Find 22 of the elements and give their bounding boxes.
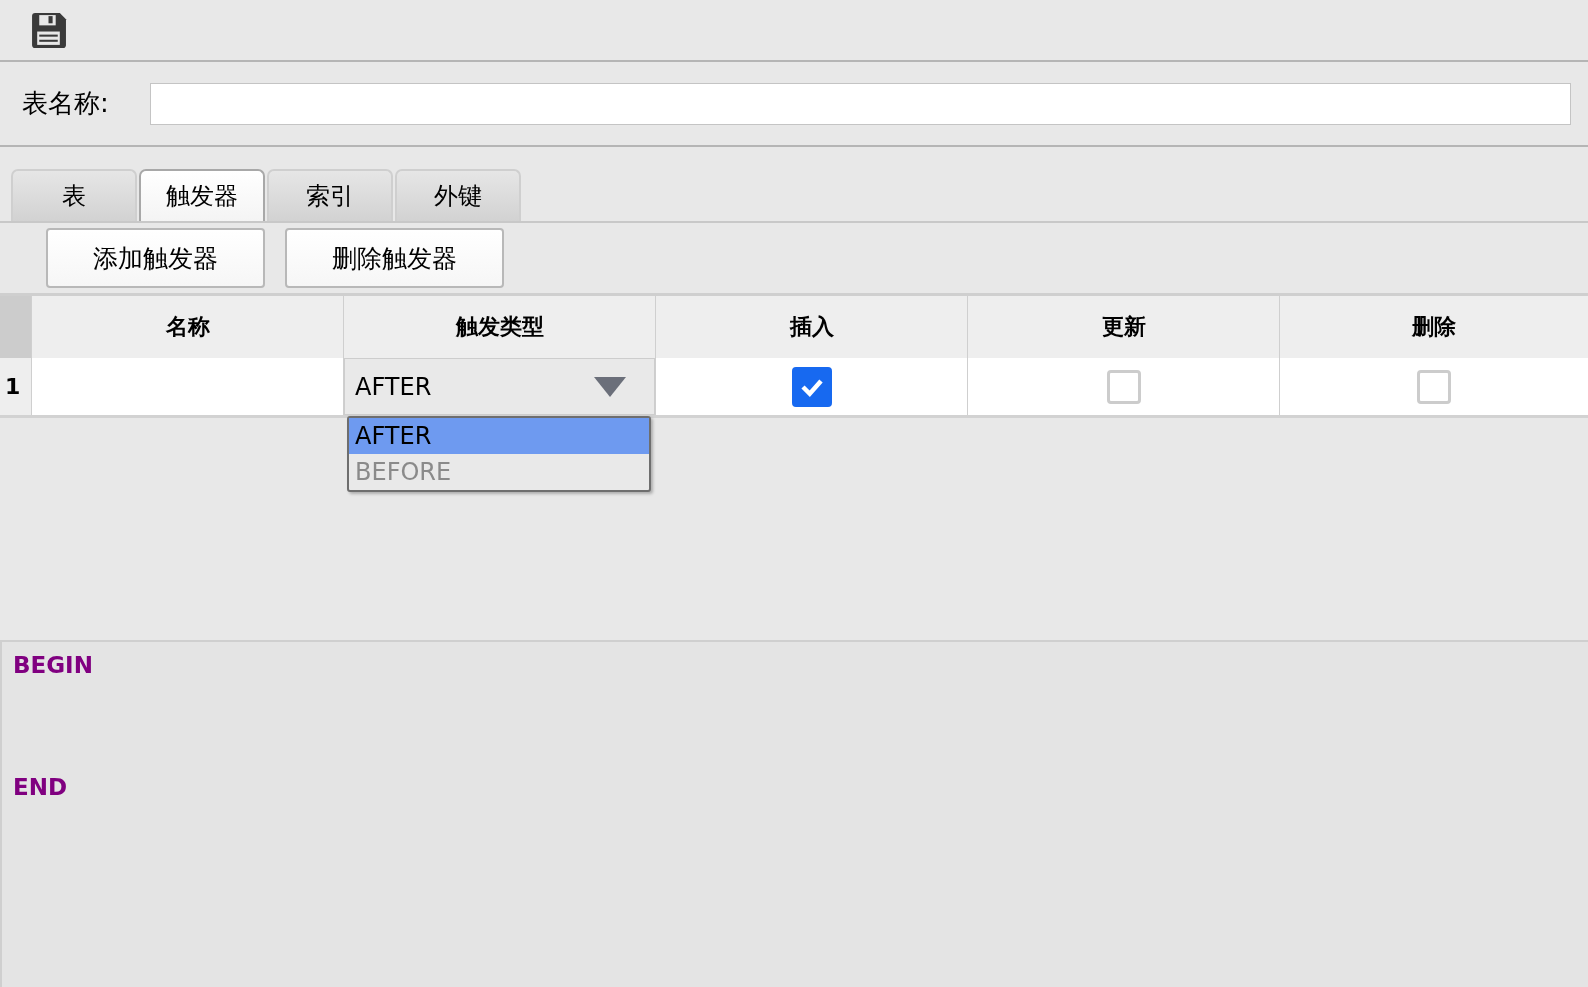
action-button[interactable]: 添加触发器 [46, 228, 265, 288]
tab[interactable]: 索引 [267, 169, 393, 221]
column-header[interactable]: 名称 [31, 296, 343, 358]
code-keyword: BEGIN [13, 652, 94, 678]
row-number: 1 [0, 358, 31, 415]
caret-icon [594, 376, 626, 397]
tab[interactable]: 表 [11, 169, 137, 221]
dropdown-option[interactable]: AFTER [349, 418, 649, 454]
column-header[interactable]: 触发类型 [343, 296, 655, 358]
tab[interactable]: 触发器 [139, 169, 265, 221]
action-button[interactable]: 删除触发器 [285, 228, 504, 288]
column-header[interactable]: 删除 [1279, 296, 1588, 358]
tab[interactable]: 外键 [395, 169, 521, 221]
checkbox[interactable] [791, 366, 832, 407]
trigger-type-dropdown[interactable]: AFTER [344, 358, 655, 415]
column-header[interactable]: 插入 [655, 296, 967, 358]
table-name-field[interactable] [150, 82, 1571, 125]
save-icon[interactable] [30, 11, 67, 49]
column-header[interactable]: 更新 [967, 296, 1279, 358]
table-name-label: 表名称: [22, 87, 110, 120]
code-keyword: END [13, 774, 69, 800]
table-cell[interactable] [31, 358, 343, 415]
